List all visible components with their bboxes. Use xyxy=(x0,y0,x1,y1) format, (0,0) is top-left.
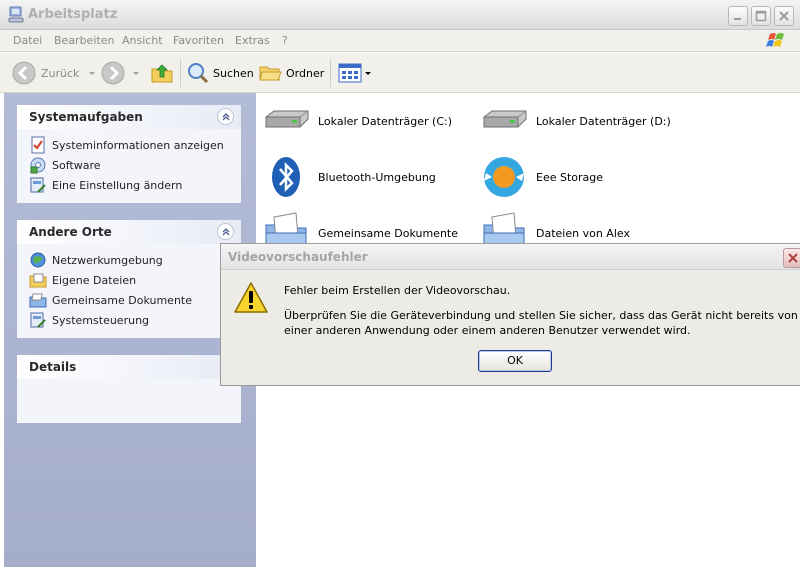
back-arrow-icon xyxy=(12,61,36,85)
other-places-header[interactable]: Andere Orte xyxy=(17,220,241,244)
task-system-info[interactable]: Systeminformationen anzeigen xyxy=(29,135,241,155)
menu-datei[interactable]: Datei xyxy=(13,34,42,47)
view-button[interactable] xyxy=(338,59,372,87)
drive-d[interactable]: Lokaler Datenträger (D:) xyxy=(480,97,671,145)
warning-icon xyxy=(234,282,268,313)
place-label: Systemsteuerung xyxy=(52,313,150,327)
place-network[interactable]: Netzwerkumgebung xyxy=(29,250,241,270)
menu-bearbeiten[interactable]: Bearbeiten xyxy=(54,34,114,47)
menu-help[interactable]: ? xyxy=(282,34,288,47)
control-panel-icon xyxy=(30,177,46,193)
toolbar-separator xyxy=(330,59,331,87)
view-grid-icon xyxy=(338,63,362,83)
other-places-list: Netzwerkumgebung Eigene Dateien Gemeinsa… xyxy=(17,244,241,330)
up-folder-button[interactable] xyxy=(150,59,174,87)
system-tasks-panel: Systemaufgaben Systeminformationen anzei… xyxy=(17,105,241,203)
folders-button[interactable]: Ordner xyxy=(258,59,324,87)
ok-button[interactable]: OK xyxy=(478,350,552,372)
menu-extras[interactable]: Extras xyxy=(235,34,270,47)
menu-favoriten[interactable]: Favoriten xyxy=(173,34,224,47)
dialog-close-button[interactable] xyxy=(783,248,800,268)
toolbar: Zurück Suchen Ordner xyxy=(0,53,800,93)
maximize-button[interactable] xyxy=(751,6,771,26)
close-icon xyxy=(779,11,789,21)
dialog-detail: Überprüfen Sie die Geräteverbindung und … xyxy=(284,309,798,337)
eee-storage[interactable]: Eee Storage xyxy=(480,153,603,201)
drive-c[interactable]: Lokaler Datenträger (C:) xyxy=(262,97,452,145)
shared-folder-icon xyxy=(29,293,47,308)
system-info-icon xyxy=(31,136,45,154)
search-icon xyxy=(188,63,209,84)
other-places-title: Andere Orte xyxy=(29,225,112,239)
window-title: Arbeitsplatz xyxy=(28,7,118,22)
folder-up-icon xyxy=(151,64,173,83)
back-button[interactable]: Zurück xyxy=(12,59,97,87)
collapse-button[interactable] xyxy=(217,108,234,125)
details-title: Details xyxy=(29,360,77,374)
item-label: Lokaler Datenträger (C:) xyxy=(318,114,453,128)
dropdown-arrow-icon[interactable] xyxy=(364,68,372,78)
hard-drive-icon xyxy=(265,110,309,128)
details-header[interactable]: Details xyxy=(17,355,241,379)
close-button[interactable] xyxy=(774,6,794,26)
back-label: Zurück xyxy=(41,66,80,80)
chevron-up-icon xyxy=(222,113,230,121)
video-preview-error-dialog: Videovorschaufehler Fehler beim Erstelle… xyxy=(220,243,800,386)
maximize-icon xyxy=(755,10,767,22)
search-button[interactable]: Suchen xyxy=(186,59,254,87)
control-panel-icon xyxy=(30,312,46,328)
network-icon xyxy=(30,252,46,268)
dropdown-arrow-icon[interactable] xyxy=(87,68,97,78)
place-label: Gemeinsame Dokumente xyxy=(52,293,192,307)
task-label: Eine Einstellung ändern xyxy=(52,178,183,192)
item-label: Lokaler Datenträger (D:) xyxy=(536,114,671,128)
forward-button[interactable] xyxy=(101,59,141,87)
task-label: Systeminformationen anzeigen xyxy=(52,138,224,152)
title-bar[interactable]: Arbeitsplatz xyxy=(0,0,800,30)
bluetooth-icon xyxy=(272,157,300,197)
item-label: Dateien von Alex xyxy=(536,226,630,240)
folders-label: Ordner xyxy=(286,66,325,80)
minimize-button[interactable] xyxy=(728,6,748,26)
details-panel: Details xyxy=(17,355,241,423)
place-shared-documents[interactable]: Gemeinsame Dokumente xyxy=(29,290,241,310)
dialog-title: Videovorschaufehler xyxy=(228,250,368,264)
item-label: Eee Storage xyxy=(536,170,604,184)
menu-ansicht[interactable]: Ansicht xyxy=(122,34,163,47)
bluetooth-places[interactable]: Bluetooth-Umgebung xyxy=(262,153,436,201)
item-label: Gemeinsame Dokumente xyxy=(318,226,458,240)
chevron-up-icon xyxy=(222,228,230,236)
place-label: Eigene Dateien xyxy=(52,273,137,287)
minimize-icon xyxy=(734,18,741,20)
dropdown-arrow-icon[interactable] xyxy=(131,68,141,78)
eee-storage-icon xyxy=(484,157,524,197)
collapse-button[interactable] xyxy=(217,223,234,240)
task-change-setting[interactable]: Eine Einstellung ändern xyxy=(29,175,241,195)
windows-logo-icon xyxy=(766,33,784,47)
place-label: Netzwerkumgebung xyxy=(52,253,163,267)
explorer-window: Arbeitsplatz Datei Bearbeiten Ansicht Fa… xyxy=(0,0,800,570)
task-label: Software xyxy=(52,158,101,172)
place-control-panel[interactable]: Systemsteuerung xyxy=(29,310,241,330)
my-computer-icon xyxy=(8,6,24,23)
toolbar-separator xyxy=(180,59,181,87)
forward-arrow-icon xyxy=(101,61,125,85)
hard-drive-icon xyxy=(483,110,527,128)
system-tasks-header[interactable]: Systemaufgaben xyxy=(17,105,241,129)
task-software[interactable]: Software xyxy=(29,155,241,175)
dialog-message: Fehler beim Erstellen der Videovorschau. xyxy=(284,284,511,297)
system-tasks-list: Systeminformationen anzeigen Software Ei… xyxy=(17,129,241,195)
search-label: Suchen xyxy=(213,66,254,80)
folder-icon xyxy=(259,66,282,81)
software-icon xyxy=(30,157,46,174)
my-documents-icon xyxy=(29,273,47,288)
task-pane: Systemaufgaben Systeminformationen anzei… xyxy=(4,93,256,567)
menu-bar: Datei Bearbeiten Ansicht Favoriten Extra… xyxy=(0,30,800,52)
place-my-files[interactable]: Eigene Dateien xyxy=(29,270,241,290)
dialog-title-bar[interactable]: Videovorschaufehler xyxy=(221,244,800,270)
close-icon xyxy=(788,253,798,263)
other-places-panel: Andere Orte Netzwerkumgebung Eigene Date… xyxy=(17,220,241,338)
item-label: Bluetooth-Umgebung xyxy=(318,170,436,184)
system-tasks-title: Systemaufgaben xyxy=(29,110,143,124)
